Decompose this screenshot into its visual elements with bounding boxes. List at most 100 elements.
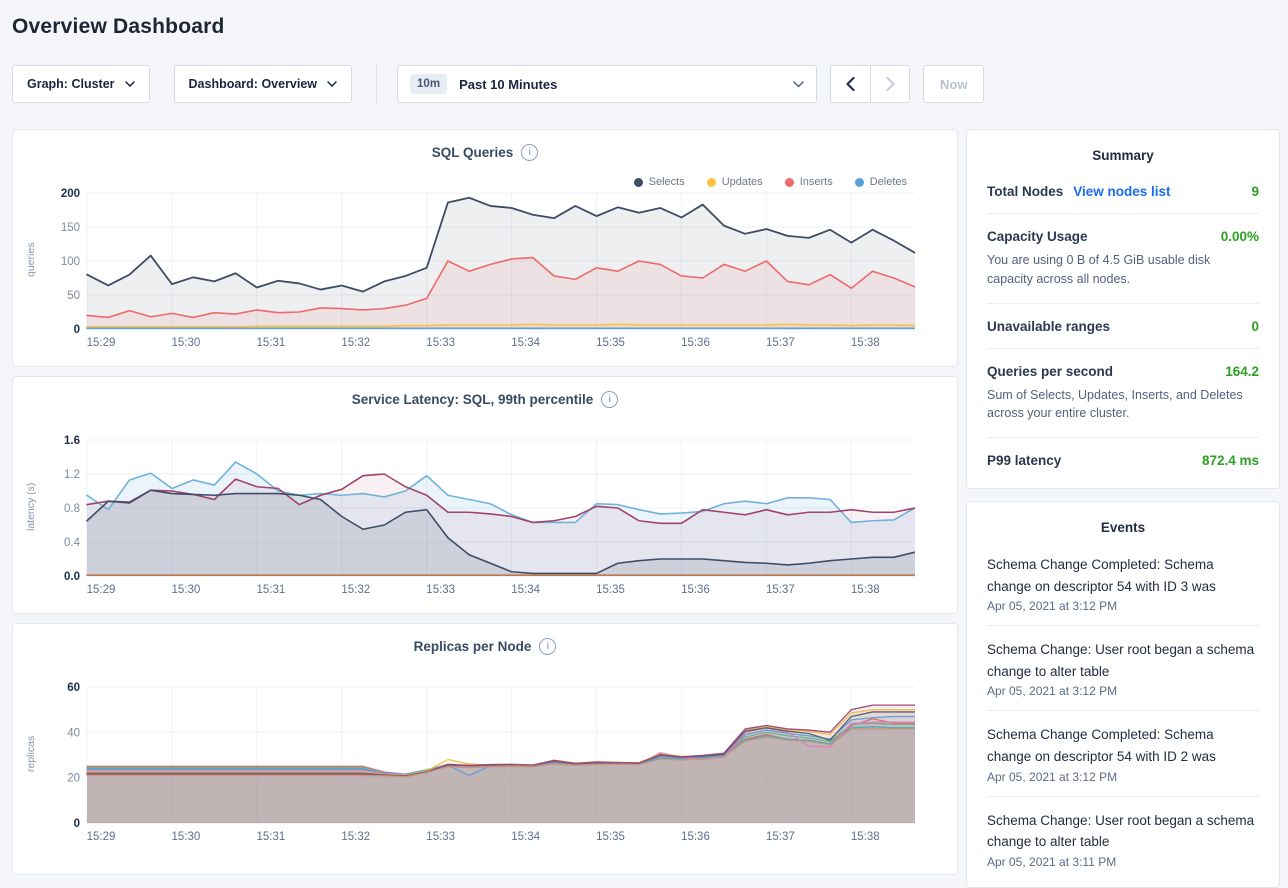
x-axis-tick: 15:29 bbox=[87, 337, 116, 349]
y-axis-tick: 100 bbox=[61, 256, 80, 268]
legend-item-inserts: Inserts bbox=[785, 176, 833, 188]
x-axis-tick: 15:35 bbox=[596, 337, 625, 349]
y-axis-tick: 50 bbox=[67, 290, 80, 302]
summary-label: Total Nodes bbox=[987, 184, 1063, 199]
x-axis-tick: 15:32 bbox=[341, 337, 370, 349]
chart-title: Service Latency: SQL, 99th percentile bbox=[352, 392, 594, 407]
time-range-label: Past 10 Minutes bbox=[459, 77, 557, 92]
summary-value: 9 bbox=[1251, 184, 1259, 199]
chart-area: replicas 020406015:2915:3015:3115:3215:3… bbox=[13, 679, 957, 849]
y-axis-label: replicas bbox=[23, 679, 39, 829]
chevron-down-icon bbox=[327, 81, 337, 87]
x-axis-tick: 15:33 bbox=[426, 831, 455, 843]
info-icon[interactable]: i bbox=[539, 638, 556, 655]
summary-value: 0 bbox=[1251, 319, 1259, 334]
event-item: Schema Change Completed: Schema change o… bbox=[987, 541, 1259, 626]
y-axis-label: queries bbox=[23, 185, 39, 335]
x-axis-tick: 15:32 bbox=[341, 831, 370, 843]
y-axis-tick: 0 bbox=[74, 818, 80, 830]
x-axis-tick: 15:30 bbox=[172, 831, 201, 843]
summary-card: Summary Total Nodes View nodes list 9 Ca… bbox=[966, 129, 1280, 489]
event-item: Schema Change: User root began a schema … bbox=[987, 797, 1259, 881]
overview-dashboard-page: Overview Dashboard Graph: Cluster Dashbo… bbox=[0, 0, 1288, 888]
summary-description: Sum of Selects, Updates, Inserts, and De… bbox=[987, 386, 1259, 424]
chart-title: Replicas per Node bbox=[414, 639, 532, 654]
chevron-left-icon bbox=[846, 77, 855, 91]
legend-dot bbox=[634, 178, 643, 187]
dashboard-dropdown[interactable]: Dashboard: Overview bbox=[174, 65, 353, 103]
x-axis-tick: 15:36 bbox=[681, 337, 710, 349]
x-axis-tick: 15:33 bbox=[426, 584, 455, 596]
replicas-per-node-chart[interactable]: 020406015:2915:3015:3115:3215:3315:3415:… bbox=[39, 679, 915, 849]
service-latency-chart[interactable]: 0.00.40.81.21.615:2915:3015:3115:3215:33… bbox=[39, 432, 915, 602]
event-timestamp: Apr 05, 2021 at 3:11 PM bbox=[987, 855, 1259, 869]
event-message: Schema Change: User root began a schema … bbox=[987, 639, 1259, 682]
toolbar-divider bbox=[376, 65, 377, 103]
y-axis-tick: 0 bbox=[74, 324, 80, 336]
summary-row-capacity-usage: Capacity Usage 0.00% You are using 0 B o… bbox=[987, 214, 1259, 304]
x-axis-tick: 15:38 bbox=[851, 584, 880, 596]
chevron-down-icon bbox=[793, 81, 804, 88]
time-range-badge: 10m bbox=[410, 74, 447, 94]
chart-card-replicas-per-node: Replicas per Node i replicas 020406015:2… bbox=[12, 623, 958, 875]
x-axis-tick: 15:34 bbox=[511, 337, 540, 349]
summary-label: P99 latency bbox=[987, 453, 1061, 468]
graph-dropdown-label: Graph: Cluster bbox=[27, 77, 115, 91]
next-time-button[interactable] bbox=[870, 66, 909, 102]
x-axis-tick: 15:35 bbox=[596, 584, 625, 596]
charts-column: SQL Queries i Selects Updates Inserts Delet… bbox=[12, 129, 958, 884]
summary-value: 872.4 ms bbox=[1202, 453, 1259, 468]
x-axis-tick: 15:30 bbox=[172, 337, 201, 349]
legend-label: Updates bbox=[722, 176, 763, 188]
x-axis-tick: 15:33 bbox=[426, 337, 455, 349]
summary-value: 164.2 bbox=[1225, 364, 1259, 379]
chart-title: SQL Queries bbox=[432, 145, 514, 160]
info-icon[interactable]: i bbox=[521, 144, 538, 161]
x-axis-tick: 15:29 bbox=[87, 584, 116, 596]
chart-title-row: SQL Queries i bbox=[13, 144, 957, 161]
summary-description: You are using 0 B of 4.5 GiB usable disk… bbox=[987, 251, 1259, 289]
legend-item-deletes: Deletes bbox=[855, 176, 907, 188]
y-axis-tick: 150 bbox=[61, 222, 80, 234]
event-message: Schema Change Completed: Schema change o… bbox=[987, 554, 1259, 597]
view-nodes-link[interactable]: View nodes list bbox=[1073, 184, 1170, 199]
legend-label: Inserts bbox=[800, 176, 833, 188]
x-axis-tick: 15:38 bbox=[851, 831, 880, 843]
toolbar: Graph: Cluster Dashboard: Overview 10m P… bbox=[12, 65, 1280, 103]
summary-row-p99-latency: P99 latency 872.4 ms bbox=[987, 438, 1259, 482]
event-timestamp: Apr 05, 2021 at 3:12 PM bbox=[987, 770, 1259, 784]
legend-item-selects: Selects bbox=[634, 176, 685, 188]
y-axis-tick: 1.6 bbox=[64, 435, 80, 447]
prev-time-button[interactable] bbox=[831, 66, 870, 102]
y-axis-label: latency (s) bbox=[23, 432, 39, 582]
events-card: Events Schema Change Completed: Schema c… bbox=[966, 501, 1280, 888]
sidebar-column: Summary Total Nodes View nodes list 9 Ca… bbox=[966, 129, 1280, 888]
chart-area: latency (s) 0.00.40.81.21.615:2915:3015:… bbox=[13, 432, 957, 602]
chevron-right-icon bbox=[886, 77, 895, 91]
chart-card-service-latency: Service Latency: SQL, 99th percentile i … bbox=[12, 376, 958, 614]
time-range-selector[interactable]: 10m Past 10 Minutes bbox=[397, 65, 817, 103]
x-axis-tick: 15:36 bbox=[681, 831, 710, 843]
summary-row-queries-per-second: Queries per second 164.2 Sum of Selects,… bbox=[987, 349, 1259, 439]
chevron-down-icon bbox=[125, 81, 135, 87]
legend-item-updates: Updates bbox=[707, 176, 763, 188]
chart-card-sql-queries: SQL Queries i Selects Updates Inserts Delet… bbox=[12, 129, 958, 367]
event-item: Schema Change: User root began a schema … bbox=[987, 626, 1259, 711]
summary-row-total-nodes: Total Nodes View nodes list 9 bbox=[987, 169, 1259, 214]
event-message: Schema Change: User root began a schema … bbox=[987, 810, 1259, 853]
now-button[interactable]: Now bbox=[923, 65, 984, 103]
sql-queries-chart[interactable]: 05010015020015:2915:3015:3115:3215:3315:… bbox=[39, 185, 915, 355]
y-axis-tick: 20 bbox=[67, 773, 80, 785]
y-axis-tick: 1.2 bbox=[64, 469, 80, 481]
info-icon[interactable]: i bbox=[601, 391, 618, 408]
summary-value: 0.00% bbox=[1221, 229, 1259, 244]
legend-dot bbox=[707, 178, 716, 187]
y-axis-tick: 0.8 bbox=[64, 503, 80, 515]
graph-dropdown[interactable]: Graph: Cluster bbox=[12, 65, 150, 103]
x-axis-tick: 15:35 bbox=[596, 831, 625, 843]
page-title: Overview Dashboard bbox=[12, 14, 1280, 40]
dashboard-dropdown-label: Dashboard: Overview bbox=[189, 77, 318, 91]
x-axis-tick: 15:34 bbox=[511, 831, 540, 843]
legend-dot bbox=[855, 178, 864, 187]
event-timestamp: Apr 05, 2021 at 3:12 PM bbox=[987, 599, 1259, 613]
